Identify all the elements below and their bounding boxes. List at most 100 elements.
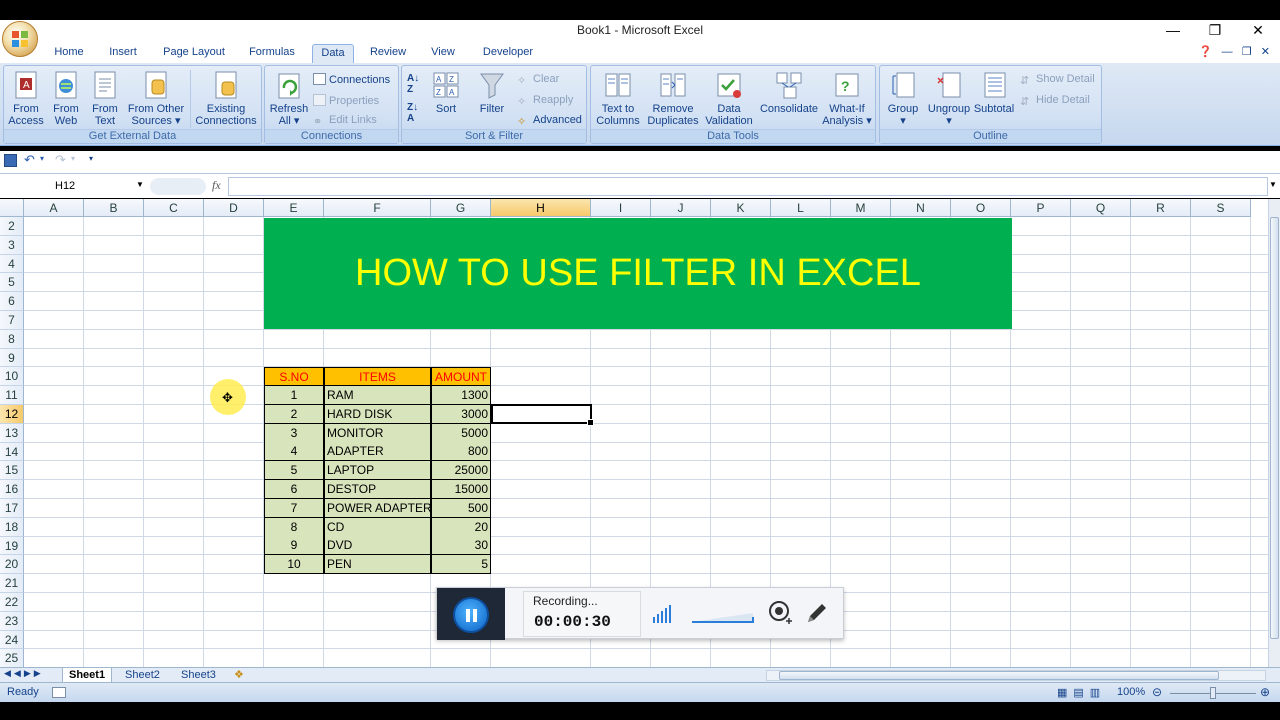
vertical-scrollbar[interactable] — [1268, 199, 1280, 667]
table-cell-item[interactable]: POWER ADAPTER — [324, 498, 431, 518]
header-items[interactable]: ITEMS — [324, 367, 431, 386]
tab-insert[interactable]: Insert — [104, 44, 142, 63]
from-web-button[interactable]: From Web — [48, 70, 84, 127]
sheet-tab-sheet1[interactable]: Sheet1 — [62, 668, 113, 683]
insert-sheet-icon[interactable]: ❖ — [234, 668, 244, 681]
header-sno[interactable]: S.NO — [264, 367, 324, 386]
row-header-7[interactable]: 7 — [0, 311, 24, 330]
table-cell-item[interactable]: CD — [324, 517, 431, 537]
tab-home[interactable]: Home — [50, 44, 88, 63]
row-header-12[interactable]: 12 — [0, 405, 24, 424]
ribbon-minimize-icon[interactable]: — — [1222, 46, 1233, 58]
existing-connections-button[interactable]: Existing Connections — [194, 70, 258, 127]
edit-links-button[interactable]: ⚭ Edit Links — [313, 114, 377, 128]
table-cell-item[interactable]: PEN — [324, 555, 431, 575]
column-header-g[interactable]: G — [431, 199, 491, 217]
row-header-4[interactable]: 4 — [0, 254, 24, 274]
horizontal-scrollbar[interactable] — [766, 670, 1266, 681]
tab-page-layout[interactable]: Page Layout — [158, 44, 230, 63]
table-cell-amount[interactable]: 15000 — [431, 480, 491, 499]
properties-button[interactable]: Properties — [313, 94, 379, 107]
name-box[interactable]: H12 — [2, 177, 148, 196]
row-header-13[interactable]: 13 — [0, 423, 24, 443]
row-header-3[interactable]: 3 — [0, 235, 24, 255]
column-header-l[interactable]: L — [771, 199, 831, 217]
row-header-15[interactable]: 15 — [0, 461, 24, 481]
tab-formulas[interactable]: Formulas — [244, 44, 300, 63]
consolidate-button[interactable]: Consolidate — [757, 70, 821, 115]
webcam-icon[interactable] — [767, 600, 793, 626]
column-header-n[interactable]: N — [891, 199, 951, 217]
tab-data[interactable]: Data — [312, 44, 354, 63]
hide-detail-button[interactable]: ⇵ Hide Detail — [1020, 94, 1090, 108]
header-amount[interactable]: AMOUNT — [431, 367, 491, 386]
row-header-5[interactable]: 5 — [0, 273, 24, 293]
group-button[interactable]: Group ▾ — [883, 70, 923, 127]
minimize-button[interactable]: — — [1153, 20, 1193, 42]
row-header-20[interactable]: 20 — [0, 555, 24, 575]
insert-function-icon[interactable]: fx — [212, 178, 221, 193]
row-header-25[interactable]: 25 — [0, 649, 24, 667]
table-cell-amount[interactable]: 500 — [431, 498, 491, 518]
select-all-corner[interactable] — [0, 199, 24, 217]
undo-icon[interactable]: ↶ — [24, 152, 35, 168]
table-cell-item[interactable]: RAM — [324, 386, 431, 405]
row-header-16[interactable]: 16 — [0, 480, 24, 499]
table-cell-amount[interactable]: 5000 — [431, 423, 491, 443]
sheet-nav-arrows-icon[interactable]: ◀◀▶▶ — [4, 668, 44, 679]
sort-za-icon[interactable]: Z↓ A — [407, 102, 418, 124]
pen-draw-icon[interactable] — [804, 600, 830, 626]
save-icon[interactable] — [4, 154, 17, 167]
clear-button[interactable]: ✧ Clear — [517, 73, 559, 87]
row-header-23[interactable]: 23 — [0, 611, 24, 631]
table-cell-item[interactable]: ADAPTER — [324, 442, 431, 462]
volume-slider-icon[interactable] — [691, 612, 757, 624]
row-header-22[interactable]: 22 — [0, 593, 24, 612]
column-header-o[interactable]: O — [951, 199, 1011, 217]
column-header-p[interactable]: P — [1011, 199, 1071, 217]
table-cell-item[interactable]: HARD DISK — [324, 404, 431, 424]
row-header-19[interactable]: 19 — [0, 536, 24, 556]
reapply-button[interactable]: ✧ Reapply — [517, 94, 573, 108]
column-header-r[interactable]: R — [1131, 199, 1191, 217]
undo-dropdown-icon[interactable]: ▾ — [40, 154, 44, 163]
column-header-b[interactable]: B — [84, 199, 144, 217]
column-header-c[interactable]: C — [144, 199, 204, 217]
from-other-sources-button[interactable]: From Other Sources ▾ — [126, 70, 186, 127]
column-header-k[interactable]: K — [711, 199, 771, 217]
row-header-11[interactable]: 11 — [0, 386, 24, 405]
row-header-10[interactable]: 10 — [0, 367, 24, 387]
close-button[interactable]: ✕ — [1238, 20, 1278, 42]
table-cell-sno[interactable]: 7 — [264, 498, 324, 518]
from-text-button[interactable]: From Text — [86, 70, 124, 127]
horizontal-scroll-thumb[interactable] — [779, 671, 1219, 680]
vertical-scroll-thumb[interactable] — [1270, 217, 1279, 639]
restore-button[interactable]: ❐ — [1195, 20, 1235, 42]
row-header-21[interactable]: 21 — [0, 574, 24, 593]
office-button[interactable] — [2, 21, 38, 57]
column-header-e[interactable]: E — [264, 199, 324, 217]
row-header-24[interactable]: 24 — [0, 630, 24, 650]
table-cell-sno[interactable]: 3 — [264, 423, 324, 443]
zoom-slider-thumb[interactable] — [1210, 687, 1216, 699]
column-header-q[interactable]: Q — [1071, 199, 1131, 217]
tab-review[interactable]: Review — [366, 44, 410, 63]
table-cell-item[interactable]: DESTOP — [324, 480, 431, 499]
text-to-columns-button[interactable]: Text to Columns — [594, 70, 642, 127]
table-cell-sno[interactable]: 8 — [264, 517, 324, 537]
column-header-j[interactable]: J — [651, 199, 711, 217]
zoom-out-icon[interactable]: ⊝ — [1152, 685, 1162, 699]
row-header-18[interactable]: 18 — [0, 517, 24, 537]
sheet-tab-sheet2[interactable]: Sheet2 — [119, 668, 166, 683]
name-box-dropdown-icon[interactable]: ▼ — [136, 180, 144, 189]
row-header-9[interactable]: 9 — [0, 348, 24, 368]
title-banner[interactable]: HOW TO USE FILTER IN EXCEL — [264, 218, 1012, 329]
formula-input[interactable] — [228, 177, 1268, 196]
column-header-m[interactable]: M — [831, 199, 891, 217]
table-cell-sno[interactable]: 4 — [264, 442, 324, 462]
column-header-i[interactable]: I — [591, 199, 651, 217]
table-cell-sno[interactable]: 10 — [264, 555, 324, 575]
advanced-button[interactable]: ✧ Advanced — [517, 114, 582, 128]
table-cell-sno[interactable]: 2 — [264, 404, 324, 424]
show-detail-button[interactable]: ⇵ Show Detail — [1020, 73, 1095, 87]
